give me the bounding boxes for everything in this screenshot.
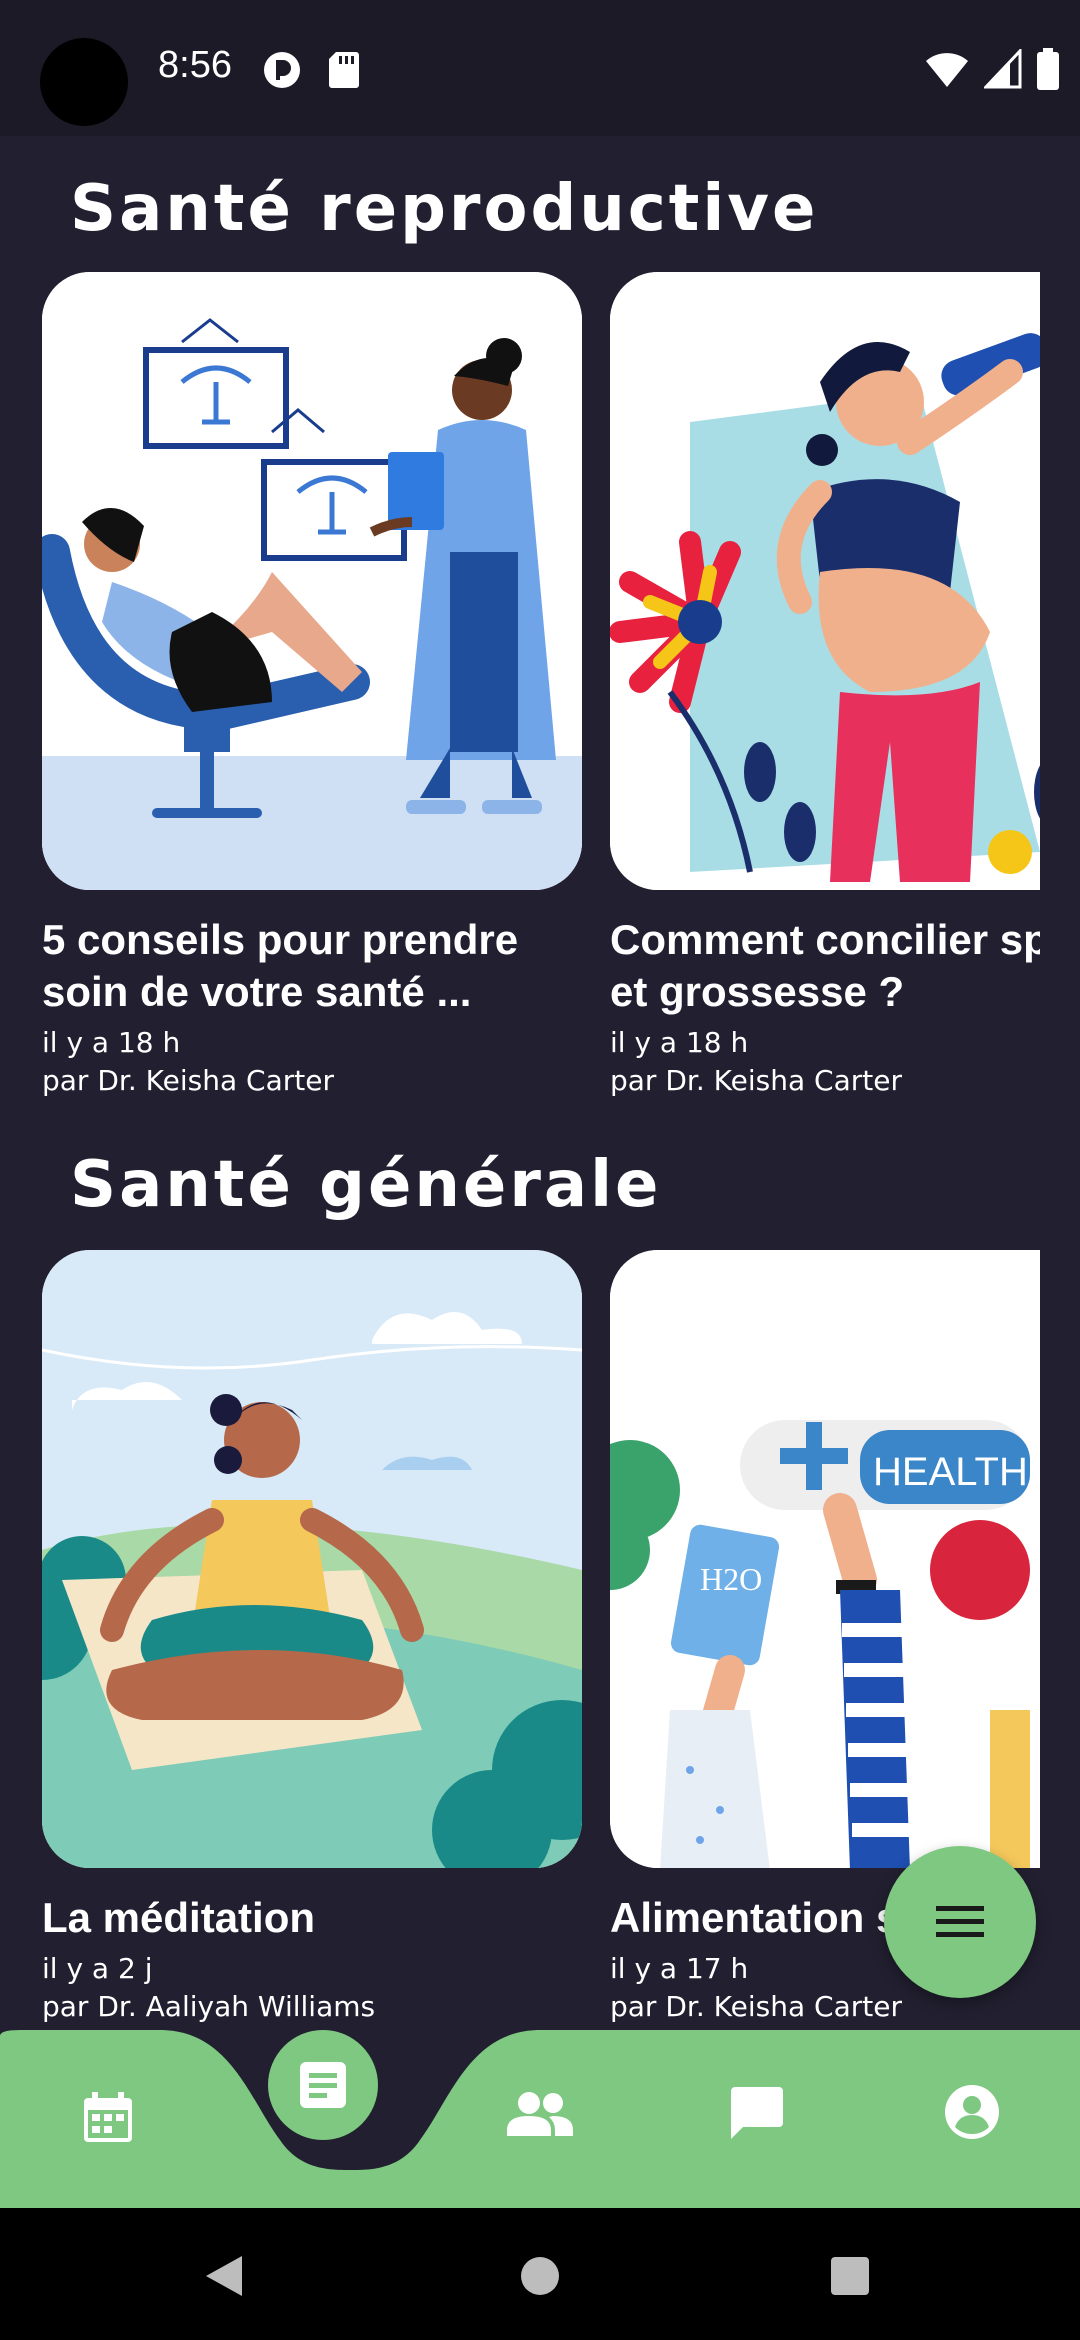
nav-calendar[interactable] [72, 2082, 144, 2154]
article-image [42, 272, 582, 890]
article-author: par Dr. Keisha Carter [610, 1064, 902, 1097]
calendar-icon [84, 2092, 132, 2142]
nav-articles[interactable] [268, 2030, 378, 2140]
group-icon [507, 2092, 573, 2136]
article-icon [300, 2062, 346, 2108]
article-title: La méditation [42, 1894, 316, 1941]
article-card[interactable]: Comment concilier sp et grossesse ? il y… [610, 272, 1040, 1100]
home-icon[interactable] [520, 2256, 560, 2296]
section-title-reproductive: Santé reproductive [70, 172, 819, 246]
article-image [610, 272, 1040, 890]
nav-messages[interactable] [720, 2076, 792, 2148]
account-icon [945, 2085, 999, 2139]
article-time: il y a 18 h [42, 1026, 181, 1059]
camera-cutout [40, 38, 128, 126]
article-card[interactable]: La méditation il y a 2 j par Dr. Aaliyah… [42, 1250, 582, 2026]
article-author: par Dr. Aaliyah Williams [42, 1990, 376, 2023]
wifi-icon [926, 53, 968, 87]
menu-fab[interactable] [884, 1846, 1036, 1998]
article-image: HEALTH H2O [610, 1250, 1040, 1868]
chat-icon [731, 2087, 783, 2139]
recents-icon[interactable] [830, 2256, 870, 2296]
health-badge: HEALTH [873, 1450, 1028, 1494]
article-title: Comment concilier sp et grossesse ? [610, 916, 1040, 1015]
nav-community[interactable] [504, 2078, 576, 2150]
carousel-reproductive[interactable]: 5 conseils pour prendre soin de votre sa… [0, 272, 1040, 1112]
back-icon[interactable] [204, 2254, 244, 2298]
article-time: il y a 18 h [610, 1026, 749, 1059]
article-card[interactable]: 5 conseils pour prendre soin de votre sa… [42, 272, 582, 1100]
signal-icon [984, 49, 1022, 89]
section-title-general: Santé générale [70, 1148, 662, 1222]
data-saver-icon [264, 52, 300, 88]
status-bar: 8:56 [0, 0, 1080, 136]
article-time: il y a 2 j [42, 1952, 153, 1985]
system-nav-bar [0, 2208, 1080, 2340]
article-title: 5 conseils pour prendre soin de votre sa… [42, 916, 519, 1015]
sd-card-icon [329, 52, 359, 88]
article-image [42, 1250, 582, 1868]
nav-profile[interactable] [936, 2076, 1008, 2148]
battery-icon [1037, 48, 1059, 90]
menu-icon [936, 1906, 984, 1937]
h2o-label: H2O [700, 1561, 762, 1597]
status-time: 8:56 [158, 44, 232, 86]
article-author: par Dr. Keisha Carter [42, 1064, 334, 1097]
